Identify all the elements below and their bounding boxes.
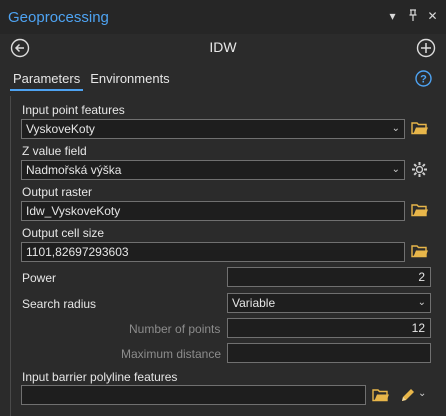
tool-header: IDW xyxy=(0,34,446,64)
output-raster-label: Output raster xyxy=(22,185,93,199)
number-of-points-value: 12 xyxy=(411,321,425,335)
output-cell-size-label: Output cell size xyxy=(22,226,105,240)
tab-parameters[interactable]: Parameters xyxy=(10,71,84,91)
help-icon[interactable]: ? xyxy=(415,70,432,87)
output-raster-input[interactable]: Idw_VyskoveKoty xyxy=(21,201,405,221)
folder-icon[interactable] xyxy=(411,202,429,218)
z-value-field-value: Nadmořská výška xyxy=(26,163,122,177)
power-value: 2 xyxy=(418,270,425,284)
folder-icon[interactable] xyxy=(372,387,390,403)
chevron-down-icon: ⌄ xyxy=(391,164,400,175)
svg-text:?: ? xyxy=(420,74,427,86)
search-radius-label: Search radius xyxy=(22,297,97,311)
z-value-field-dropdown[interactable]: Nadmořská výška ⌄ xyxy=(21,160,405,180)
maximum-distance-input[interactable] xyxy=(227,343,431,363)
title-bar-controls: ▾ ✕ xyxy=(387,9,438,24)
number-of-points-label: Number of points xyxy=(129,322,221,336)
gear-icon[interactable] xyxy=(411,161,428,178)
folder-icon[interactable] xyxy=(411,243,429,259)
close-icon[interactable]: ✕ xyxy=(427,9,438,24)
pane-title: Geoprocessing xyxy=(8,9,109,26)
input-barrier-input[interactable] xyxy=(21,385,366,405)
chevron-down-icon: ⌄ xyxy=(417,297,426,308)
maximum-distance-label: Maximum distance xyxy=(121,347,222,361)
number-of-points-input[interactable]: 12 xyxy=(227,318,431,338)
pin-icon[interactable] xyxy=(407,9,418,24)
z-value-field-label: Z value field xyxy=(22,144,87,158)
tab-environments[interactable]: Environments xyxy=(87,71,172,91)
input-point-features-label: Input point features xyxy=(22,103,125,117)
input-point-features-value: VyskoveKoty xyxy=(26,122,95,136)
tab-strip: Parameters Environments xyxy=(10,71,173,91)
add-plus-icon[interactable] xyxy=(416,38,436,58)
input-barrier-label: Input barrier polyline features xyxy=(22,370,178,384)
power-input[interactable]: 2 xyxy=(227,267,431,287)
output-cell-size-value: 1101,82697293603 xyxy=(26,245,129,259)
tool-name: IDW xyxy=(209,39,237,55)
pencil-icon[interactable] xyxy=(399,386,417,404)
input-point-features-dropdown[interactable]: VyskoveKoty ⌄ xyxy=(21,119,405,139)
chevron-down-icon: ⌄ xyxy=(391,123,400,134)
title-bar: Geoprocessing ▾ ✕ xyxy=(0,0,446,34)
output-raster-value: Idw_VyskoveKoty xyxy=(26,204,121,218)
folder-icon[interactable] xyxy=(411,120,429,136)
search-radius-value: Variable xyxy=(232,296,276,310)
search-radius-dropdown[interactable]: Variable ⌄ xyxy=(227,293,431,313)
output-cell-size-input[interactable]: 1101,82697293603 xyxy=(21,242,405,262)
power-label: Power xyxy=(22,271,57,285)
chevron-down-icon[interactable]: ⌄ xyxy=(418,388,426,399)
chevron-down-icon[interactable]: ▾ xyxy=(387,9,398,24)
